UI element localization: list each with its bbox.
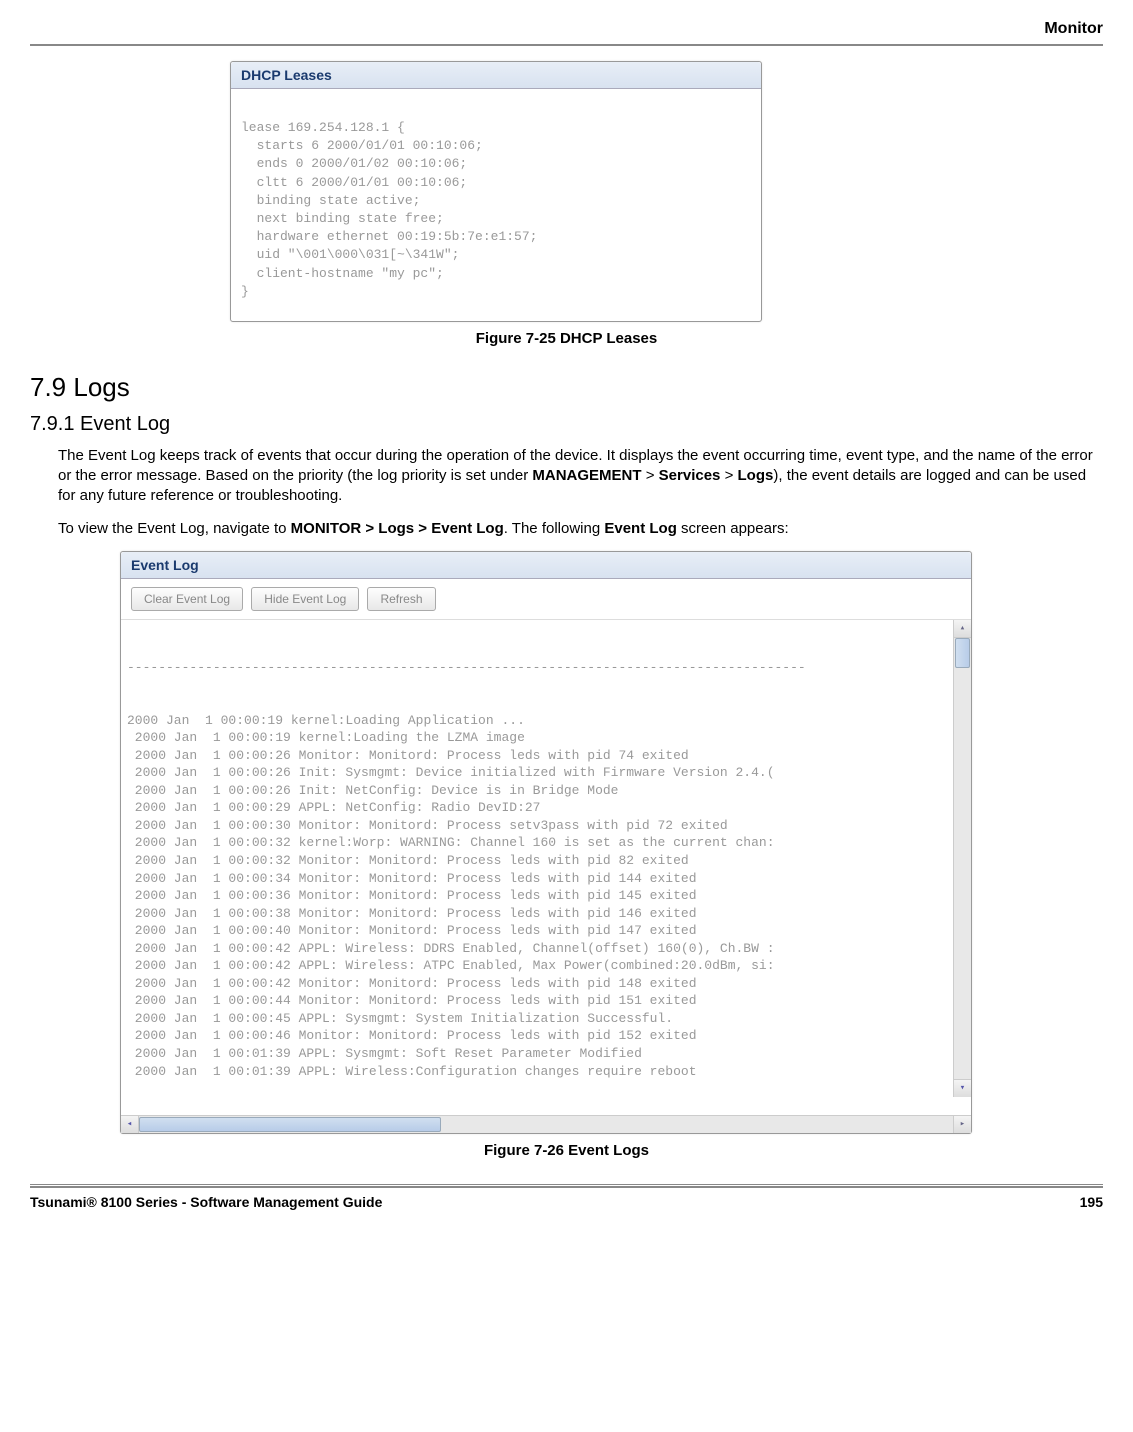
refresh-button[interactable]: Refresh <box>367 587 435 611</box>
page-footer: Tsunami® 8100 Series - Software Manageme… <box>30 1194 1103 1210</box>
log-separator: ----------------------------------------… <box>127 659 948 677</box>
log-line: 2000 Jan 1 00:00:30 Monitor: Monitord: P… <box>127 817 948 835</box>
scroll-right-icon[interactable]: ▸ <box>953 1116 971 1133</box>
log-line: 2000 Jan 1 00:00:19 kernel:Loading Appli… <box>127 712 948 730</box>
log-line: 2000 Jan 1 00:00:26 Monitor: Monitord: P… <box>127 747 948 765</box>
text-run: To view the Event Log, navigate to <box>58 520 291 537</box>
bold-path: MONITOR > Logs > Event Log <box>291 520 504 537</box>
scroll-up-icon[interactable]: ▴ <box>954 620 971 638</box>
dhcp-leases-panel: DHCP Leases lease 169.254.128.1 { starts… <box>230 61 762 322</box>
event-log-paragraph-2: To view the Event Log, navigate to MONIT… <box>58 519 1103 539</box>
event-log-content: ----------------------------------------… <box>121 620 954 1115</box>
scroll-down-icon[interactable]: ▾ <box>954 1079 971 1097</box>
log-line: 2000 Jan 1 00:00:46 Monitor: Monitord: P… <box>127 1027 948 1045</box>
header-rule <box>30 44 1103 46</box>
horizontal-scroll-thumb[interactable] <box>139 1117 441 1132</box>
text-run: screen appears: <box>677 520 789 537</box>
log-line: 2000 Jan 1 00:01:39 APPL: Wireless:Confi… <box>127 1063 948 1081</box>
log-line: 2000 Jan 1 00:00:34 Monitor: Monitord: P… <box>127 870 948 888</box>
bold-services: Services <box>659 467 721 484</box>
page-header-title: Monitor <box>30 20 1103 44</box>
event-log-panel: Event Log Clear Event Log Hide Event Log… <box>120 551 972 1134</box>
log-line: 2000 Jan 1 00:00:42 APPL: Wireless: ATPC… <box>127 957 948 975</box>
log-line: 2000 Jan 1 00:00:40 Monitor: Monitord: P… <box>127 922 948 940</box>
text-run: . The following <box>504 520 605 537</box>
scroll-left-icon[interactable]: ◂ <box>121 1116 139 1133</box>
dhcp-panel-title: DHCP Leases <box>231 62 761 89</box>
bold-management: MANAGEMENT <box>532 467 641 484</box>
hide-event-log-button[interactable]: Hide Event Log <box>251 587 359 611</box>
dhcp-panel-content: lease 169.254.128.1 { starts 6 2000/01/0… <box>231 89 761 321</box>
log-line: 2000 Jan 1 00:00:19 kernel:Loading the L… <box>127 729 948 747</box>
log-line: 2000 Jan 1 00:00:32 kernel:Worp: WARNING… <box>127 834 948 852</box>
log-line: 2000 Jan 1 00:00:42 APPL: Wireless: DDRS… <box>127 940 948 958</box>
bold-event-log: Event Log <box>604 520 677 537</box>
footer-page-number: 195 <box>1080 1194 1103 1210</box>
event-log-area: ----------------------------------------… <box>121 619 971 1133</box>
vertical-scroll-thumb[interactable] <box>955 638 970 668</box>
log-line: 2000 Jan 1 00:00:45 APPL: Sysmgmt: Syste… <box>127 1010 948 1028</box>
clear-event-log-button[interactable]: Clear Event Log <box>131 587 243 611</box>
figure-caption-event-log: Figure 7-26 Event Logs <box>30 1142 1103 1159</box>
log-line: 2000 Jan 1 00:00:38 Monitor: Monitord: P… <box>127 905 948 923</box>
footer-guide-title: Tsunami® 8100 Series - Software Manageme… <box>30 1194 382 1210</box>
log-line: 2000 Jan 1 00:00:44 Monitor: Monitord: P… <box>127 992 948 1010</box>
log-line: 2000 Jan 1 00:00:32 Monitor: Monitord: P… <box>127 852 948 870</box>
log-line: 2000 Jan 1 00:00:29 APPL: NetConfig: Rad… <box>127 799 948 817</box>
log-line: 2000 Jan 1 00:01:39 APPL: Sysmgmt: Soft … <box>127 1045 948 1063</box>
event-log-panel-title: Event Log <box>121 552 971 579</box>
figure-caption-dhcp: Figure 7-25 DHCP Leases <box>30 330 1103 347</box>
event-log-paragraph-1: The Event Log keeps track of events that… <box>58 446 1103 507</box>
text-run: > <box>642 467 659 484</box>
log-line: 2000 Jan 1 00:00:42 Monitor: Monitord: P… <box>127 975 948 993</box>
section-heading-logs: 7.9 Logs <box>30 372 1103 403</box>
log-line: 2000 Jan 1 00:00:36 Monitor: Monitord: P… <box>127 887 948 905</box>
bold-logs: Logs <box>738 467 774 484</box>
subsection-heading-event-log: 7.9.1 Event Log <box>30 413 1103 436</box>
vertical-scrollbar[interactable]: ▴ ▾ <box>953 620 971 1097</box>
footer-rule-top <box>30 1184 1103 1185</box>
text-run: > <box>720 467 737 484</box>
log-line: 2000 Jan 1 00:00:26 Init: Sysmgmt: Devic… <box>127 764 948 782</box>
horizontal-scrollbar[interactable]: ◂ ▸ <box>121 1115 971 1133</box>
log-line: 2000 Jan 1 00:00:26 Init: NetConfig: Dev… <box>127 782 948 800</box>
event-log-toolbar: Clear Event Log Hide Event Log Refresh <box>121 579 971 619</box>
footer-rule-bottom <box>30 1186 1103 1188</box>
